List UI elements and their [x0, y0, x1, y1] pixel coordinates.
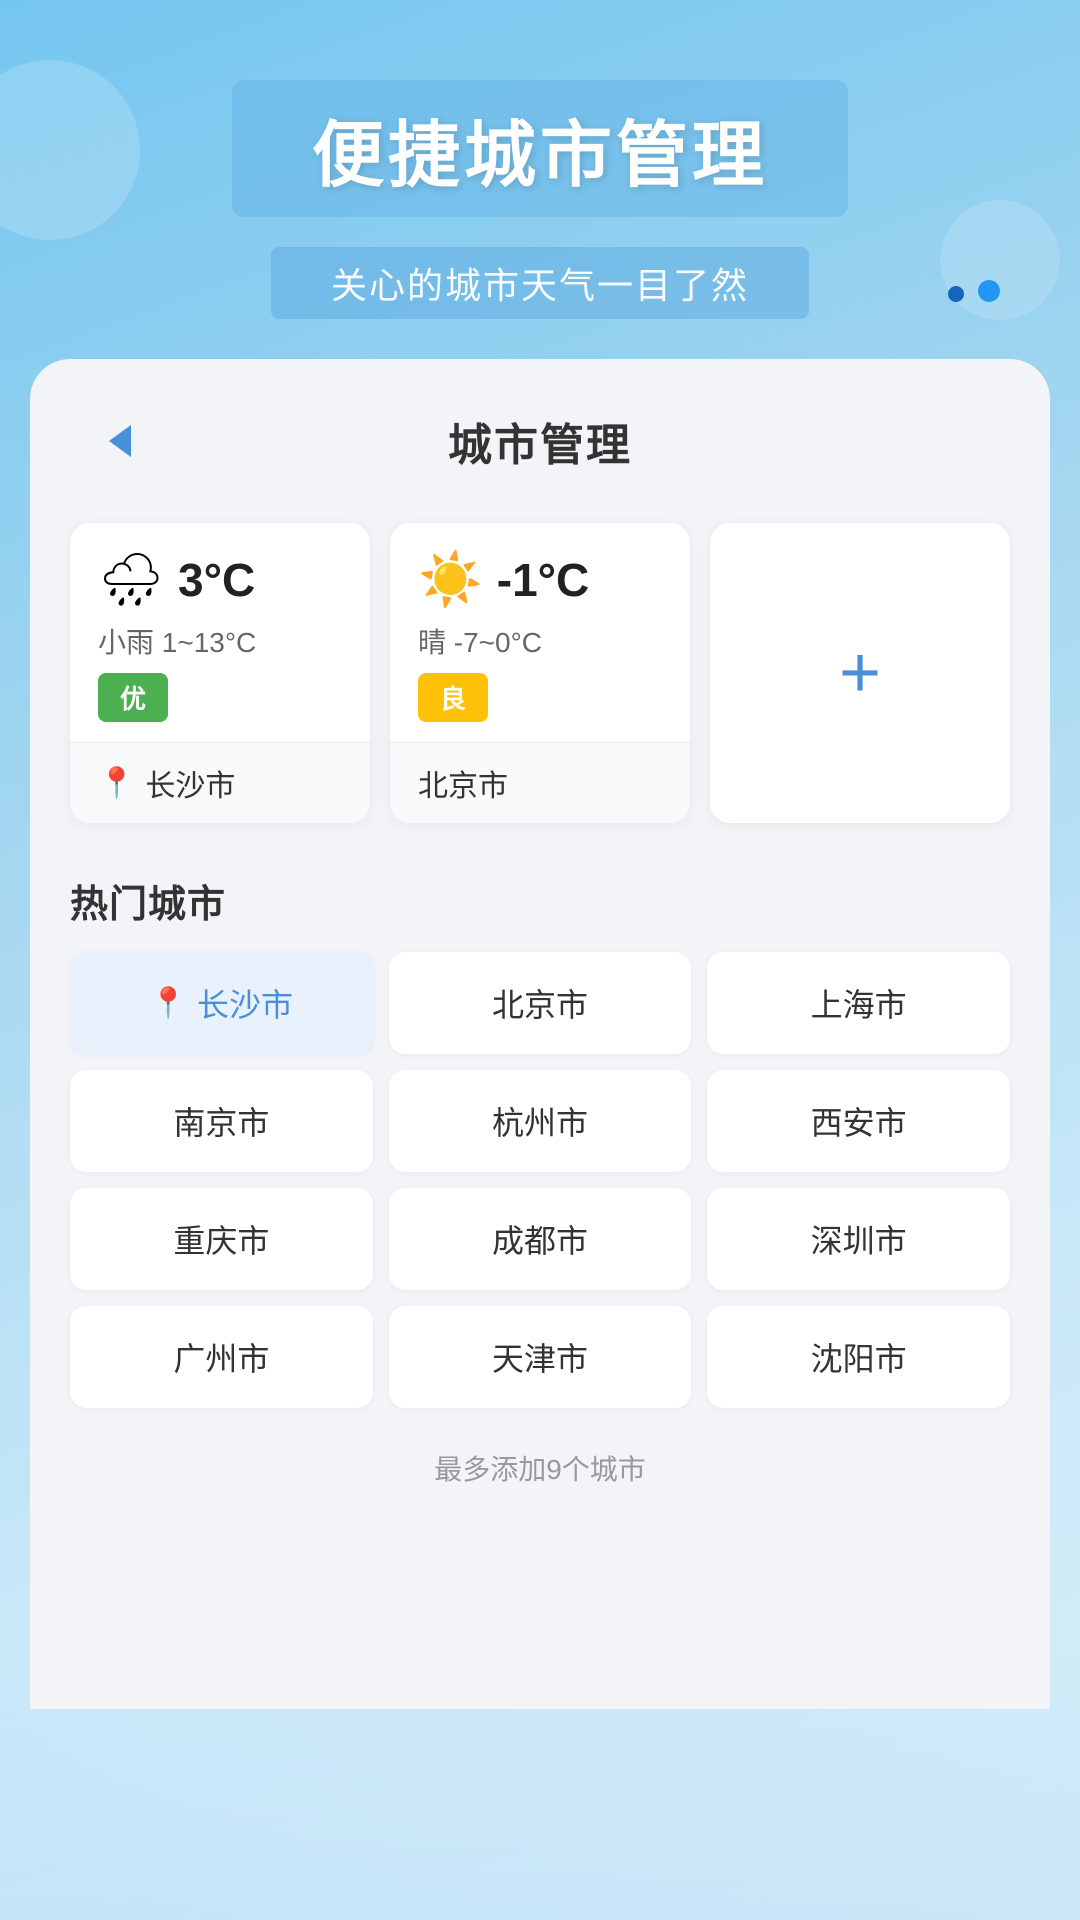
weather-cards-row: 🌧 3°C 小雨 1~13°C 优 📍 长沙市 ☀️ -1°C 晴 -7~0°C… — [30, 503, 1050, 853]
page-subtitle: 关心的城市天气一目了然 — [331, 257, 749, 309]
city-item-label-tianjin: 天津市 — [492, 1334, 588, 1380]
header: 便捷城市管理 关心的城市天气一目了然 — [0, 0, 1080, 359]
city-location-icon-changsha: 📍 — [150, 986, 187, 1021]
city-item-shenzhen[interactable]: 深圳市 — [707, 1188, 1010, 1290]
city-item-guangzhou[interactable]: 广州市 — [70, 1306, 373, 1408]
city-item-label-chongqing: 重庆市 — [173, 1216, 269, 1262]
weather-card-bottom-beijing: 北京市 — [390, 742, 690, 823]
weather-card-changsha[interactable]: 🌧 3°C 小雨 1~13°C 优 📍 长沙市 — [70, 523, 370, 823]
main-card: 城市管理 🌧 3°C 小雨 1~13°C 优 📍 长沙市 ☀️ — [30, 359, 1050, 1709]
city-item-shanghai[interactable]: 上海市 — [707, 952, 1010, 1054]
city-item-label-hangzhou: 杭州市 — [492, 1098, 588, 1144]
city-item-chengdu[interactable]: 成都市 — [389, 1188, 692, 1290]
city-item-beijing[interactable]: 北京市 — [389, 952, 692, 1054]
weather-card-top-beijing: ☀️ -1°C 晴 -7~0°C 良 — [390, 523, 690, 742]
city-item-hangzhou[interactable]: 杭州市 — [389, 1070, 692, 1172]
popular-section-title: 热门城市 — [30, 853, 1050, 952]
footer-note: 最多添加9个城市 — [30, 1408, 1050, 1508]
temp-row-beijing: ☀️ -1°C — [418, 553, 662, 607]
city-grid: 📍 长沙市 北京市 上海市 南京市 杭州市 西安市 重庆市 成都市 深圳市 广州 — [30, 952, 1050, 1408]
header-subtitle-bg: 关心的城市天气一目了然 — [271, 247, 809, 319]
temperature-changsha: 3°C — [178, 553, 255, 607]
card-title: 城市管理 — [448, 409, 632, 473]
temperature-beijing: -1°C — [497, 553, 590, 607]
city-name-changsha: 长沙市 — [145, 761, 235, 805]
back-button[interactable] — [90, 411, 150, 471]
quality-badge-changsha: 优 — [98, 673, 168, 722]
weather-card-bottom-changsha: 📍 长沙市 — [70, 742, 370, 823]
city-item-shenyang[interactable]: 沈阳市 — [707, 1306, 1010, 1408]
city-item-label-shanghai: 上海市 — [811, 980, 907, 1026]
page-title: 便捷城市管理 — [312, 96, 768, 201]
weather-icon-beijing: ☀️ — [418, 554, 483, 606]
city-item-label-chengdu: 成都市 — [492, 1216, 588, 1262]
back-icon — [109, 425, 131, 457]
city-item-label-guangzhou: 广州市 — [173, 1334, 269, 1380]
city-item-label-xian: 西安市 — [811, 1098, 907, 1144]
header-title-bg: 便捷城市管理 — [232, 80, 848, 217]
city-item-label-shenzhen: 深圳市 — [811, 1216, 907, 1262]
city-item-nanjing[interactable]: 南京市 — [70, 1070, 373, 1172]
card-header: 城市管理 — [30, 359, 1050, 503]
temp-row-changsha: 🌧 3°C — [98, 553, 342, 607]
add-icon: + — [839, 637, 881, 709]
city-item-label-shenyang: 沈阳市 — [811, 1334, 907, 1380]
weather-desc-beijing: 晴 -7~0°C — [418, 621, 662, 661]
city-name-beijing: 北京市 — [418, 761, 508, 805]
city-item-tianjin[interactable]: 天津市 — [389, 1306, 692, 1408]
city-item-changsha[interactable]: 📍 长沙市 — [70, 952, 373, 1054]
quality-badge-beijing: 良 — [418, 673, 488, 722]
city-item-label-beijing: 北京市 — [492, 980, 588, 1026]
add-city-card[interactable]: + — [710, 523, 1010, 823]
city-item-label-changsha: 长沙市 — [197, 980, 293, 1026]
city-item-label-nanjing: 南京市 — [173, 1098, 269, 1144]
city-item-xian[interactable]: 西安市 — [707, 1070, 1010, 1172]
location-icon-changsha: 📍 — [98, 766, 135, 801]
weather-card-beijing[interactable]: ☀️ -1°C 晴 -7~0°C 良 北京市 — [390, 523, 690, 823]
weather-desc-changsha: 小雨 1~13°C — [98, 621, 342, 661]
city-item-chongqing[interactable]: 重庆市 — [70, 1188, 373, 1290]
weather-icon-changsha: 🌧 — [98, 554, 164, 606]
weather-card-top-changsha: 🌧 3°C 小雨 1~13°C 优 — [70, 523, 370, 742]
